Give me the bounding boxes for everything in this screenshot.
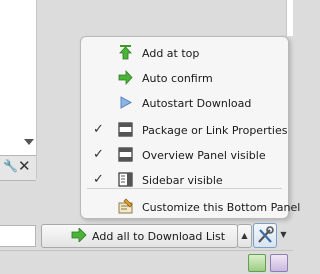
scroll-down-arrow-icon[interactable] [24,139,34,145]
wrench-icon[interactable]: 🔧 [3,159,18,173]
menu-item-label: Autostart Download [142,97,252,110]
tools-button[interactable] [253,223,277,248]
premium-status-icon[interactable] [270,254,288,272]
tools-icon [258,226,274,243]
panel-layout-icon [118,122,133,137]
menu-item-add-at-top[interactable]: Add at top [81,40,288,65]
status-bar [0,250,293,274]
bottom-input-field[interactable] [0,225,36,247]
menu-item-label: Customize this Bottom Panel [142,201,301,214]
menu-item-label: Auto confirm [142,72,213,85]
tools-dropdown-arrow[interactable]: ▼ [277,224,290,246]
panel-layout-icon [118,147,133,162]
reconnect-status-icon[interactable] [248,254,266,272]
menu-item-label: Add at top [142,47,200,60]
green-right-arrow-icon [118,69,133,86]
menu-item-autostart-download[interactable]: Autostart Download [81,90,288,115]
menu-item-auto-confirm[interactable]: Auto confirm [81,65,288,90]
green-up-arrow-icon [119,45,132,60]
bottom-bar: Add all to Download List ▲ ▼ [0,223,293,249]
menu-item-package-link-properties[interactable]: ✓ Package or Link Properties [81,117,288,142]
customize-icon [118,198,133,214]
close-icon[interactable]: ✕ [18,157,31,175]
blue-play-triangle-icon [120,96,132,109]
green-right-arrow-icon [71,228,87,242]
menu-item-overview-panel-visible[interactable]: ✓ Overview Panel visible [81,142,288,167]
checkmark-icon: ✓ [93,147,104,162]
bottom-panel-options-menu: Add at top Auto confirm Autostart Downlo… [80,36,300,219]
spin-up-button[interactable]: ▲ [237,224,252,248]
menu-item-label: Package or Link Properties [142,124,288,137]
pane-toolbar: 🔧 ✕ [0,155,36,181]
right-pane-edge [286,0,293,36]
add-all-to-download-list-button[interactable]: Add all to Download List [41,224,238,248]
checkmark-icon: ✓ [93,122,104,137]
add-all-label: Add all to Download List [92,230,226,243]
menu-separator [87,188,282,189]
link-list-pane [0,0,37,179]
menu-item-label: Overview Panel visible [142,149,266,162]
checkmark-icon: ✓ [93,172,104,187]
menu-item-label: Sidebar visible [142,174,223,187]
sidebar-layout-icon [118,172,133,187]
menu-item-customize-bottom-panel[interactable]: Customize this Bottom Panel [81,194,300,219]
